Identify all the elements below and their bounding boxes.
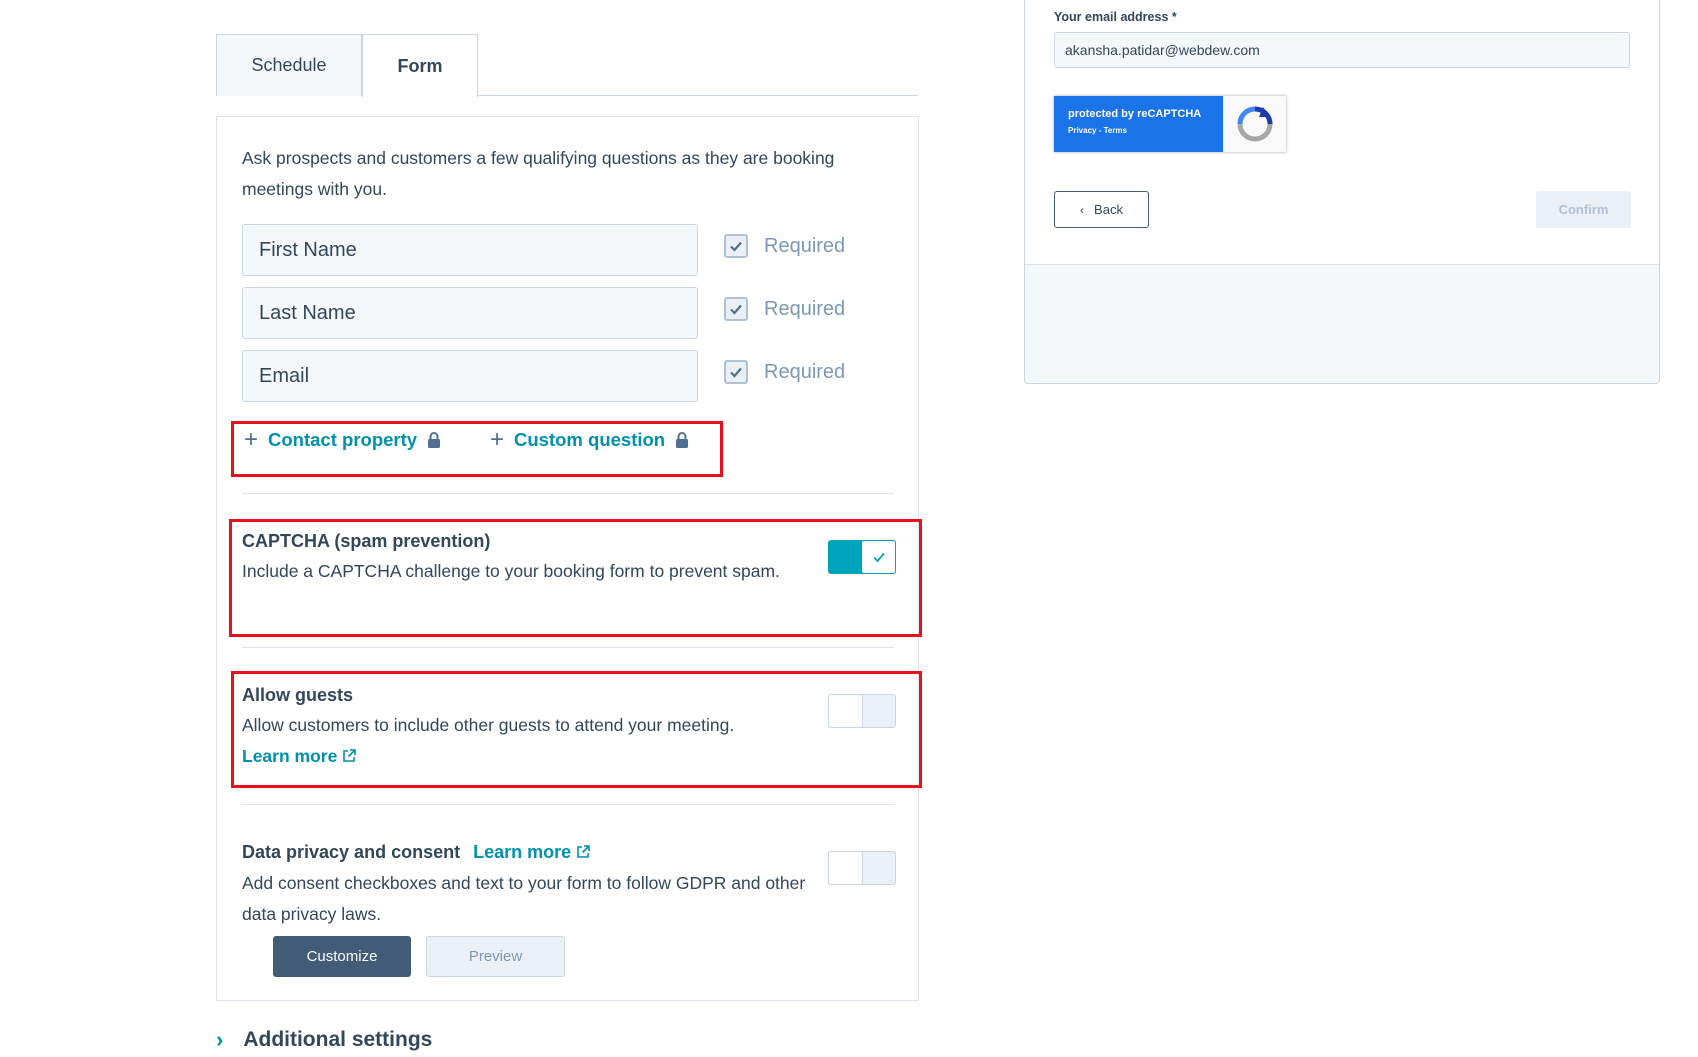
customize-button[interactable]: Customize	[273, 936, 411, 977]
divider	[242, 647, 894, 648]
recaptcha-logo-icon	[1223, 96, 1286, 152]
privacy-title: Data privacy and consent	[242, 842, 461, 862]
preview-confirm-button[interactable]: Confirm	[1536, 191, 1631, 228]
preview-back-button[interactable]: ‹ Back	[1054, 191, 1149, 228]
tab-schedule[interactable]: Schedule	[216, 34, 362, 96]
checkbox-icon[interactable]	[724, 234, 748, 258]
lock-icon	[676, 432, 689, 448]
plus-icon: +	[490, 426, 505, 453]
captcha-toggle[interactable]	[828, 540, 896, 574]
checkbox-icon[interactable]	[724, 360, 748, 384]
preview-email-label: Your email address *	[1054, 10, 1177, 24]
tab-bar: Schedule Form	[216, 34, 918, 97]
first-name-required[interactable]: Required	[724, 234, 845, 258]
guests-learn-more-link[interactable]: Learn more	[242, 741, 357, 772]
preview-email-input[interactable]: akansha.patidar@webdew.com	[1054, 32, 1630, 68]
checkbox-icon[interactable]	[724, 297, 748, 321]
required-label: Required	[764, 360, 846, 383]
chevron-right-icon: ›	[216, 1027, 224, 1052]
guests-description: Allow customers to include other guests …	[242, 715, 735, 735]
form-intro-text: Ask prospects and customers a few qualif…	[242, 148, 835, 199]
check-icon	[861, 540, 896, 574]
external-link-icon	[343, 749, 357, 762]
divider	[242, 493, 894, 494]
last-name-field[interactable]: Last Name	[242, 287, 698, 339]
add-contact-property-link[interactable]: + Contact property	[244, 428, 441, 452]
recaptcha-badge[interactable]: protected by reCAPTCHA Privacy - Terms	[1054, 96, 1286, 152]
first-name-field[interactable]: First Name	[242, 224, 698, 276]
privacy-description: Add consent checkboxes and text to your …	[242, 873, 806, 924]
plus-icon: +	[244, 426, 259, 453]
privacy-learn-more-link[interactable]: Learn more	[473, 842, 571, 862]
required-label: Required	[764, 297, 846, 320]
required-label: Required	[764, 234, 846, 257]
chevron-left-icon: ‹	[1080, 202, 1085, 217]
lock-icon	[428, 432, 441, 448]
tab-form[interactable]: Form	[362, 34, 478, 97]
captcha-title: CAPTCHA (spam prevention)	[242, 531, 491, 551]
last-name-required[interactable]: Required	[724, 297, 845, 321]
preview-button[interactable]: Preview	[426, 936, 565, 977]
toggle-knob	[828, 851, 863, 885]
captcha-description: Include a CAPTCHA challenge to your book…	[242, 561, 780, 581]
divider	[242, 804, 894, 805]
recaptcha-text: protected by reCAPTCHA Privacy - Terms	[1054, 96, 1223, 152]
privacy-title-row: Data privacy and consent Learn more	[242, 842, 591, 863]
guests-toggle[interactable]	[828, 694, 896, 728]
external-link-icon	[577, 845, 590, 858]
email-field[interactable]: Email	[242, 350, 698, 402]
additional-settings-toggle[interactable]: › Additional settings	[216, 1027, 432, 1053]
privacy-toggle[interactable]	[828, 851, 896, 885]
preview-footer-area	[1025, 264, 1659, 383]
email-required[interactable]: Required	[724, 360, 845, 384]
guests-title: Allow guests	[242, 685, 354, 705]
toggle-knob	[828, 694, 863, 728]
add-custom-question-link[interactable]: + Custom question	[490, 428, 689, 452]
